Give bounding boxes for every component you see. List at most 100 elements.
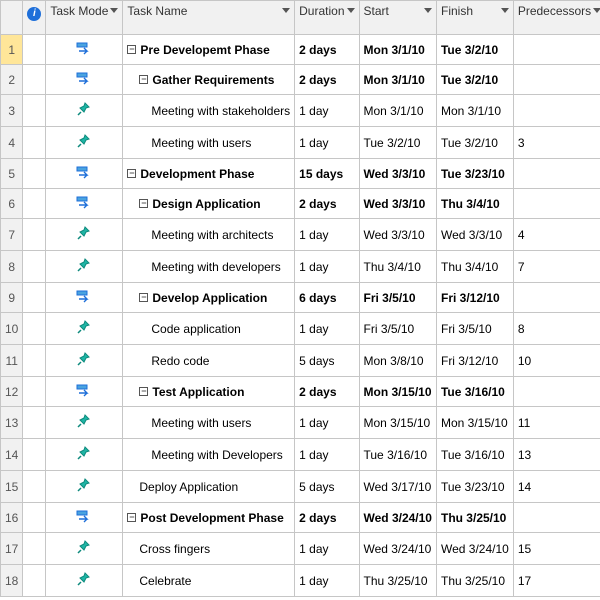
cell-task-name[interactable]: −Test Application [123,377,295,407]
select-all-corner[interactable] [1,1,23,35]
cell-duration[interactable]: 15 days [295,159,359,189]
dropdown-icon[interactable] [424,8,432,13]
row-header[interactable]: 3 [1,95,23,127]
cell-finish[interactable]: Thu 3/25/10 [436,565,513,597]
row-header[interactable]: 18 [1,565,23,597]
cell-start[interactable]: Fri 3/5/10 [359,313,436,345]
cell-predecessors[interactable] [513,283,600,313]
cell-task-name[interactable]: Cross fingers [123,533,295,565]
cell-task-name[interactable]: Meeting with users [123,127,295,159]
cell-task-mode[interactable] [46,251,123,283]
cell-task-mode[interactable] [46,565,123,597]
cell-finish[interactable]: Tue 3/2/10 [436,35,513,65]
cell-info[interactable] [23,533,46,565]
row-header[interactable]: 12 [1,377,23,407]
cell-predecessors[interactable]: 13 [513,439,600,471]
cell-info[interactable] [23,219,46,251]
cell-finish[interactable]: Wed 3/3/10 [436,219,513,251]
collapse-icon[interactable]: − [139,75,148,84]
collapse-icon[interactable]: − [139,387,148,396]
cell-finish[interactable]: Thu 3/4/10 [436,251,513,283]
cell-finish[interactable]: Tue 3/16/10 [436,439,513,471]
row-header[interactable]: 10 [1,313,23,345]
cell-info[interactable] [23,251,46,283]
cell-start[interactable]: Mon 3/15/10 [359,407,436,439]
cell-duration[interactable]: 5 days [295,345,359,377]
cell-task-name[interactable]: −Gather Requirements [123,65,295,95]
row-header[interactable]: 17 [1,533,23,565]
cell-task-name[interactable]: Meeting with users [123,407,295,439]
column-header-duration[interactable]: Duration [295,1,359,35]
cell-predecessors[interactable]: 3 [513,127,600,159]
row-header[interactable]: 16 [1,503,23,533]
cell-task-mode[interactable] [46,283,123,313]
column-header-predecessors[interactable]: Predecessors [513,1,600,35]
collapse-icon[interactable]: − [127,513,136,522]
table-row[interactable]: 18Celebrate1 dayThu 3/25/10Thu 3/25/1017… [1,565,600,597]
table-row[interactable]: 17Cross fingers1 dayWed 3/24/10Wed 3/24/… [1,533,600,565]
cell-task-mode[interactable] [46,471,123,503]
cell-info[interactable] [23,189,46,219]
cell-info[interactable] [23,503,46,533]
table-row[interactable]: 7Meeting with architects1 dayWed 3/3/10W… [1,219,600,251]
cell-task-mode[interactable] [46,219,123,251]
row-header[interactable]: 8 [1,251,23,283]
cell-start[interactable]: Wed 3/24/10 [359,503,436,533]
column-header-info[interactable]: i [23,1,46,35]
cell-duration[interactable]: 1 day [295,533,359,565]
table-row[interactable]: 10Code application1 dayFri 3/5/10Fri 3/5… [1,313,600,345]
cell-info[interactable] [23,35,46,65]
column-header-task-name[interactable]: Task Name [123,1,295,35]
cell-finish[interactable]: Mon 3/15/10 [436,407,513,439]
dropdown-icon[interactable] [593,8,600,13]
cell-task-mode[interactable] [46,65,123,95]
table-row[interactable]: 8Meeting with developers1 dayThu 3/4/10T… [1,251,600,283]
cell-info[interactable] [23,471,46,503]
cell-duration[interactable]: 1 day [295,127,359,159]
cell-finish[interactable]: Tue 3/2/10 [436,127,513,159]
row-header[interactable]: 15 [1,471,23,503]
cell-task-mode[interactable] [46,127,123,159]
cell-task-mode[interactable] [46,189,123,219]
cell-predecessors[interactable] [513,159,600,189]
cell-info[interactable] [23,159,46,189]
cell-start[interactable]: Mon 3/1/10 [359,35,436,65]
cell-predecessors[interactable] [513,189,600,219]
cell-duration[interactable]: 1 day [295,251,359,283]
dropdown-icon[interactable] [501,8,509,13]
table-row[interactable]: 9−Develop Application6 daysFri 3/5/10Fri… [1,283,600,313]
column-header-finish[interactable]: Finish [436,1,513,35]
cell-info[interactable] [23,127,46,159]
collapse-icon[interactable]: − [139,293,148,302]
cell-start[interactable]: Mon 3/15/10 [359,377,436,407]
row-header[interactable]: 5 [1,159,23,189]
collapse-icon[interactable]: − [139,199,148,208]
cell-task-name[interactable]: Redo code [123,345,295,377]
cell-task-mode[interactable] [46,345,123,377]
cell-duration[interactable]: 6 days [295,283,359,313]
cell-predecessors[interactable] [513,35,600,65]
cell-predecessors[interactable] [513,65,600,95]
table-row[interactable]: 16−Post Development Phase2 daysWed 3/24/… [1,503,600,533]
dropdown-icon[interactable] [347,8,355,13]
cell-finish[interactable]: Tue 3/2/10 [436,65,513,95]
cell-start[interactable]: Mon 3/1/10 [359,65,436,95]
cell-task-name[interactable]: Deploy Application [123,471,295,503]
cell-task-name[interactable]: −Develop Application [123,283,295,313]
cell-start[interactable]: Tue 3/16/10 [359,439,436,471]
column-header-start[interactable]: Start [359,1,436,35]
cell-duration[interactable]: 1 day [295,219,359,251]
table-row[interactable]: 3Meeting with stakeholders1 dayMon 3/1/1… [1,95,600,127]
cell-predecessors[interactable]: 17 [513,565,600,597]
cell-info[interactable] [23,313,46,345]
cell-info[interactable] [23,283,46,313]
cell-task-mode[interactable] [46,503,123,533]
row-header[interactable]: 13 [1,407,23,439]
cell-start[interactable]: Wed 3/3/10 [359,219,436,251]
cell-task-mode[interactable] [46,407,123,439]
cell-finish[interactable]: Mon 3/1/10 [436,95,513,127]
cell-task-mode[interactable] [46,377,123,407]
cell-predecessors[interactable] [513,95,600,127]
cell-start[interactable]: Mon 3/1/10 [359,95,436,127]
table-row[interactable]: 2−Gather Requirements2 daysMon 3/1/10Tue… [1,65,600,95]
